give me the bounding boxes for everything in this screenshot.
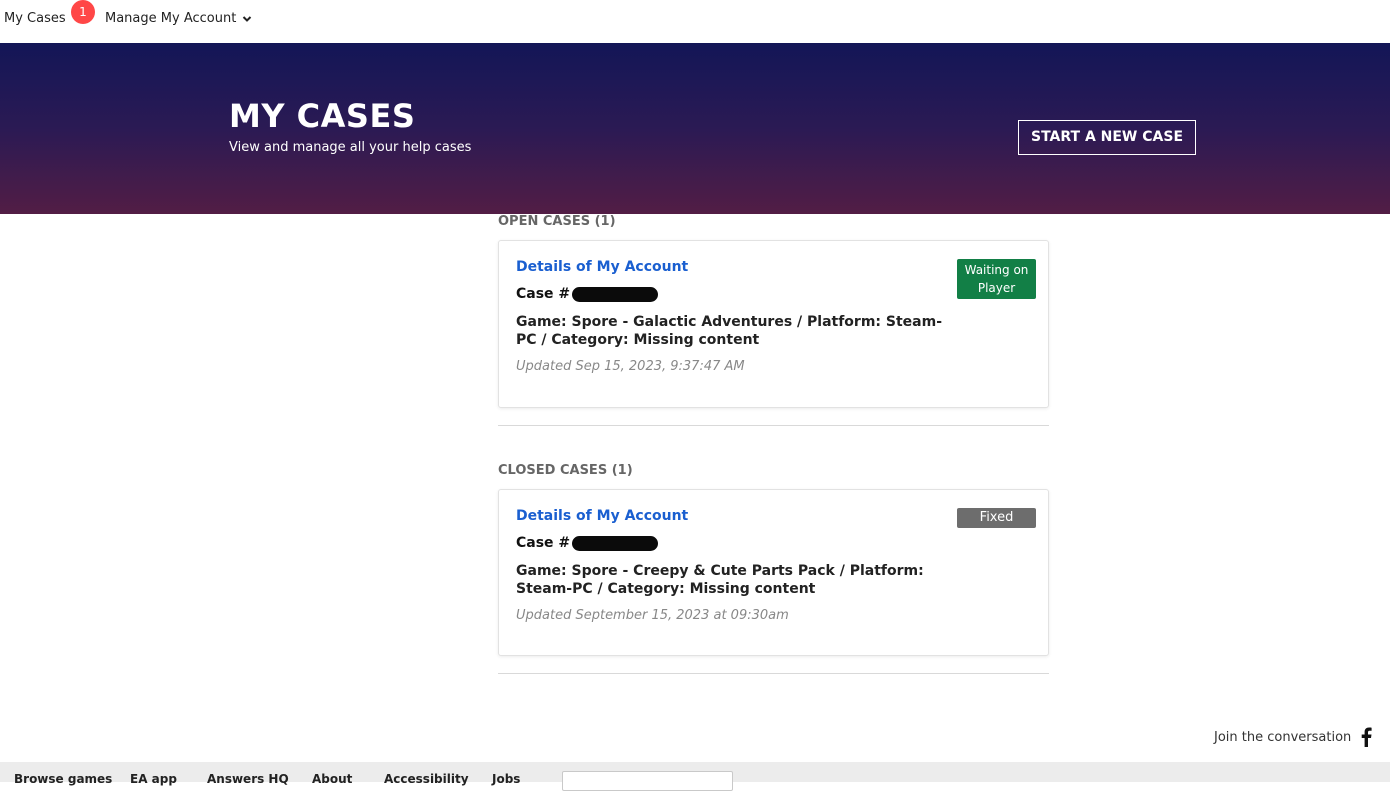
section-divider (498, 425, 1049, 426)
open-cases-heading: OPEN CASES (1) (498, 214, 616, 229)
notification-badge: 1 (71, 0, 95, 24)
footer-link-browse-games[interactable]: Browse games (14, 772, 112, 786)
case-number: Case # (516, 286, 659, 302)
case-updated-time: Updated September 15, 2023 at 09:30am (516, 608, 789, 623)
join-conversation-label: Join the conversation (1214, 729, 1352, 745)
redacted-case-number (572, 535, 659, 551)
hero-banner: MY CASES View and manage all your help c… (0, 43, 1390, 214)
case-description: Game: Spore - Creepy & Cute Parts Pack /… (516, 563, 924, 597)
case-number: Case # (516, 535, 659, 551)
case-updated-time: Updated Sep 15, 2023, 9:37:47 AM (516, 359, 745, 374)
footer: Browse games EA app Answers HQ About Acc… (0, 762, 1390, 791)
case-number-prefix: Case # (516, 286, 571, 302)
closed-case-card[interactable]: Details of My Account Case # Game: Spore… (498, 489, 1049, 656)
top-nav: My Cases 1 Manage My Account (0, 0, 1390, 43)
footer-link-about[interactable]: About (312, 772, 352, 786)
language-select[interactable] (562, 771, 733, 791)
footer-link-ea-app[interactable]: EA app (130, 772, 177, 786)
join-conversation[interactable]: Join the conversation (1214, 727, 1373, 747)
closed-cases-heading: CLOSED CASES (1) (498, 463, 633, 478)
page-subtitle: View and manage all your help cases (229, 140, 472, 155)
page-title: MY CASES (229, 97, 416, 135)
nav-my-cases[interactable]: My Cases (4, 11, 66, 26)
case-description: Game: Spore - Galactic Adventures / Plat… (516, 314, 943, 348)
status-badge: Fixed (957, 508, 1036, 528)
case-title-link[interactable]: Details of My Account (516, 259, 688, 275)
status-badge: Waiting on Player (957, 259, 1036, 299)
chevron-down-icon (243, 15, 252, 22)
facebook-icon[interactable] (1359, 727, 1373, 747)
footer-link-accessibility[interactable]: Accessibility (384, 772, 469, 786)
case-number-prefix: Case # (516, 535, 571, 551)
footer-link-answers-hq[interactable]: Answers HQ (207, 772, 289, 786)
section-divider (498, 673, 1049, 674)
case-title-link[interactable]: Details of My Account (516, 508, 688, 524)
open-case-card[interactable]: Details of My Account Case # Game: Spore… (498, 240, 1049, 408)
redacted-case-number (572, 286, 659, 302)
start-new-case-button[interactable]: START A NEW CASE (1018, 120, 1196, 155)
nav-manage-account-label: Manage My Account (105, 11, 237, 26)
footer-link-jobs[interactable]: Jobs (492, 772, 520, 786)
nav-manage-account[interactable]: Manage My Account (105, 11, 252, 26)
